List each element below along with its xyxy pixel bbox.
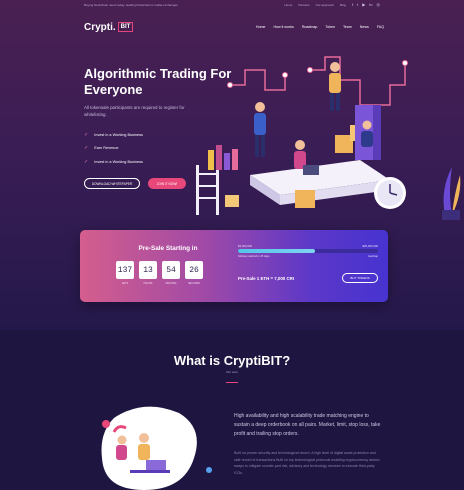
presale-rate: Pre-Sale 1 ETH = 7,000 CRI — [238, 276, 295, 281]
feature-label: Invest in a Working Business — [94, 132, 143, 137]
countdown-seconds: 26 SECONDS — [185, 261, 203, 285]
softcap-label: Softcap reached in 25 days — [238, 255, 270, 258]
about-paragraph-1: High availability and high scalability t… — [234, 413, 381, 437]
top-bar-right: Home Partners Our approach Blog f t ▶ in… — [284, 2, 380, 7]
feature-item: ✓ Invest in a Working Business — [84, 155, 204, 169]
linkedin-icon[interactable]: in — [369, 2, 372, 7]
section-title: What is CryptiBIT? — [173, 353, 291, 368]
check-icon: ✓ — [84, 158, 89, 165]
hero-buttons: DOWNLOAD WHITEPAPER JOIN IT NOW! — [84, 178, 186, 189]
top-link-partners[interactable]: Partners — [298, 3, 309, 7]
nav-item-token[interactable]: Token — [325, 25, 335, 29]
main-nav: Crypti. BIT Home How it works Roadmap To… — [84, 17, 384, 37]
top-link-approach[interactable]: Our approach — [316, 3, 334, 7]
top-link-blog[interactable]: Blog — [340, 3, 346, 7]
nav-item-how-it-works[interactable]: How it works — [273, 25, 293, 29]
feature-item: ✓ Invest in a Working Business — [84, 128, 204, 142]
countdown-value: 26 — [185, 261, 203, 279]
logo-badge: BIT — [117, 22, 134, 32]
feature-label: Earn Revenue — [94, 146, 119, 151]
raised-left: $3,000,000 — [238, 244, 252, 248]
countdown-label: HOURS — [143, 282, 153, 285]
top-link-home[interactable]: Home — [284, 3, 292, 7]
nav-item-team[interactable]: Team — [343, 25, 352, 29]
check-icon: ✓ — [84, 145, 89, 152]
nav-item-home[interactable]: Home — [256, 25, 266, 29]
about-illustration — [101, 406, 212, 490]
progress-fill — [238, 249, 315, 253]
feature-item: ✓ Earn Revenue — [84, 142, 204, 156]
section-subtitle: Our core — [226, 370, 238, 374]
section-divider — [226, 382, 238, 383]
countdown-minutes: 54 MINUTES — [162, 261, 180, 285]
about-paragraph-2: Built on proven security and technologic… — [234, 451, 380, 475]
progress-bar — [238, 249, 378, 253]
progress-labels: Softcap reached in 25 days Hardcap — [238, 255, 378, 258]
feature-list: ✓ Invest in a Working Business ✓ Earn Re… — [84, 128, 204, 169]
logo[interactable]: Crypti. BIT — [84, 21, 134, 33]
top-bar-notice: Buying blockchain users today, leading b… — [84, 2, 178, 7]
nav-item-roadmap[interactable]: Roadmap — [302, 25, 318, 29]
countdown: 137 DAYS 13 HOURS 54 MINUTES 26 SECONDS — [116, 261, 203, 285]
countdown-label: MINUTES — [165, 282, 177, 285]
buy-tokens-button[interactable]: BUY TOKENS — [342, 273, 378, 283]
join-now-button[interactable]: JOIN IT NOW! — [148, 178, 186, 189]
feature-label: Invest in a Working Business — [94, 159, 143, 164]
logo-text: Crypti. — [84, 21, 116, 33]
social-icons: f t ▶ in ◎ — [352, 2, 380, 7]
nav-menu: Home How it works Roadmap Token Team New… — [256, 25, 384, 29]
countdown-hours: 13 HOURS — [139, 261, 157, 285]
countdown-label: SECONDS — [188, 282, 200, 285]
download-whitepaper-button[interactable]: DOWNLOAD WHITEPAPER — [84, 178, 140, 189]
raised-right: $25,000,000 — [362, 244, 378, 248]
countdown-value: 13 — [139, 261, 157, 279]
countdown-value: 137 — [116, 261, 134, 279]
hero-illustration — [196, 56, 461, 220]
facebook-icon[interactable]: f — [352, 2, 353, 7]
nav-item-news[interactable]: News — [360, 25, 369, 29]
twitter-icon[interactable]: t — [357, 2, 358, 7]
hero-subtitle: All tokensale participants are required … — [84, 105, 185, 117]
check-icon: ✓ — [84, 131, 89, 138]
countdown-value: 54 — [162, 261, 180, 279]
raise-amounts: $3,000,000 $25,000,000 — [238, 244, 378, 248]
hardcap-label: Hardcap — [368, 255, 378, 258]
presale-title: Pre-Sale Starting in — [138, 245, 198, 252]
top-bar: Buying blockchain users today, leading b… — [0, 0, 464, 9]
instagram-icon[interactable]: ◎ — [377, 2, 381, 7]
nav-item-faq[interactable]: FAQ — [377, 25, 384, 29]
countdown-label: DAYS — [121, 282, 129, 285]
youtube-icon[interactable]: ▶ — [362, 2, 365, 7]
presale-card: Pre-Sale Starting in 137 DAYS 13 HOURS 5… — [80, 230, 388, 302]
countdown-days: 137 DAYS — [116, 261, 134, 285]
